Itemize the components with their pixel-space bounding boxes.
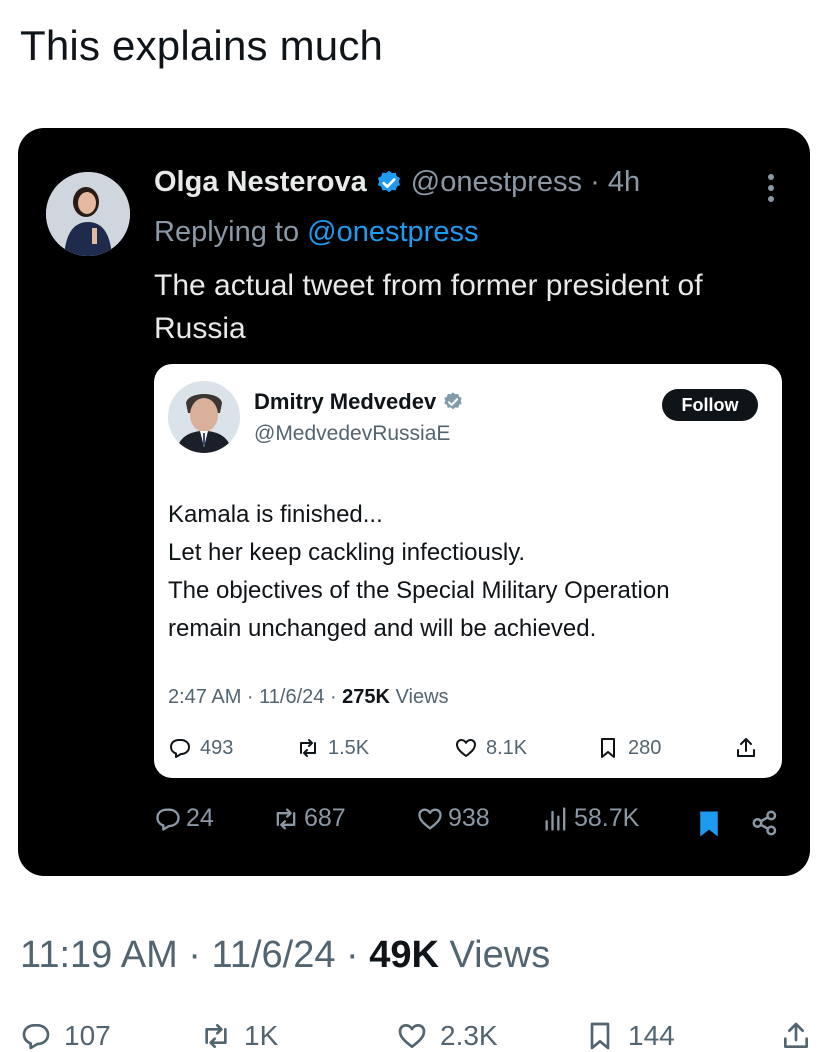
quoted-action-bar: 493 1.5K 8.1K 280: [168, 736, 768, 766]
share-button[interactable]: [734, 736, 766, 760]
repost-button[interactable]: 1K: [200, 1020, 278, 1052]
reply-button[interactable]: 24: [154, 804, 214, 833]
repost-icon: [205, 1023, 227, 1048]
avatar[interactable]: [168, 381, 240, 453]
reply-count: 24: [186, 804, 214, 832]
post-timestamp: 11:19 AM · 11/6/24 ·: [20, 934, 370, 976]
repost-icon: [276, 808, 296, 829]
quoted-line: Let her keep cackling infectiously.: [168, 539, 526, 566]
share-icon: [737, 738, 755, 757]
like-count: 2.3K: [440, 1020, 498, 1051]
quoted-views-count: 275K: [342, 686, 390, 708]
bookmark-icon[interactable]: [694, 808, 724, 840]
verified-icon: [377, 170, 400, 192]
repost-count: 687: [304, 804, 346, 832]
like-count: 8.1K: [486, 736, 528, 759]
post-text: This explains much: [20, 22, 384, 69]
replying-mention[interactable]: @onestpress: [307, 216, 478, 248]
reply-count: 107: [64, 1020, 111, 1051]
author-name[interactable]: Olga Nesterova: [154, 166, 367, 199]
views-count: 58.7K: [574, 804, 640, 832]
tweet-header: Olga Nesterova @onestpress · 4h: [154, 166, 640, 199]
bookmark-button[interactable]: 280: [596, 736, 661, 760]
like-icon: [398, 1023, 426, 1048]
views-icon: [545, 806, 566, 831]
tweet-action-bar: 24 687 938 58.7K: [154, 804, 784, 844]
reply-button[interactable]: 493: [168, 736, 233, 760]
quoted-author: Dmitry Medvedev: [254, 389, 464, 415]
repost-button[interactable]: 687: [272, 804, 346, 833]
quoted-views-label: Views: [389, 686, 449, 708]
share-icon: [784, 1022, 808, 1048]
post-views-count: 49K: [369, 934, 439, 976]
reply-icon: [156, 808, 180, 831]
like-button[interactable]: 938: [416, 804, 490, 833]
quoted-meta: 2:47 AM · 11/6/24 · 275K Views: [168, 686, 449, 709]
share-icon[interactable]: [750, 808, 780, 838]
like-button[interactable]: 8.1K: [454, 736, 527, 760]
like-count: 938: [448, 804, 490, 832]
replying-prefix: Replying to: [154, 216, 308, 248]
embedded-tweet-screenshot: Olga Nesterova @onestpress · 4h Replying…: [18, 128, 810, 876]
bookmark-icon: [601, 738, 615, 758]
bookmark-icon: [590, 1022, 610, 1050]
avatar[interactable]: [46, 172, 130, 256]
reply-icon: [22, 1023, 50, 1050]
quoted-timestamp: 2:47 AM · 11/6/24 ·: [168, 686, 343, 708]
repost-icon: [300, 739, 316, 757]
quoted-handle: @MedvedevRussiaE: [254, 422, 451, 445]
follow-button[interactable]: Follow: [662, 389, 758, 421]
author-handle-time: @onestpress · 4h: [410, 166, 641, 198]
like-button[interactable]: 2.3K: [396, 1020, 498, 1052]
quoted-line: The objectives of the Special Military O…: [168, 577, 670, 604]
repost-count: 1.5K: [328, 736, 370, 759]
quoted-line: Kamala is finished...: [168, 501, 383, 528]
like-icon: [456, 739, 476, 757]
quoted-line: remain unchanged and will be achieved.: [168, 615, 597, 642]
views-button[interactable]: 58.7K: [542, 804, 639, 833]
reply-count: 493: [200, 736, 234, 759]
share-button[interactable]: [780, 1020, 824, 1052]
quoted-author-name[interactable]: Dmitry Medvedev: [254, 389, 436, 415]
verified-icon: [444, 392, 462, 410]
more-icon[interactable]: [766, 172, 776, 204]
quoted-tweet[interactable]: Dmitry Medvedev @MedvedevRussiaE Follow …: [154, 364, 782, 778]
bookmark-count: 144: [628, 1020, 675, 1051]
post-views-label: Views: [438, 934, 551, 976]
tweet-text: The actual tweet from former president o…: [154, 269, 703, 345]
repost-button[interactable]: 1.5K: [296, 736, 369, 760]
repost-count: 1K: [244, 1020, 279, 1051]
bookmark-button[interactable]: 144: [584, 1020, 675, 1052]
replying-to: Replying to @onestpress: [154, 216, 478, 249]
like-icon: [418, 808, 442, 829]
post-meta: 11:19 AM · 11/6/24 · 49K Views: [20, 934, 550, 977]
quoted-text: Kamala is finished... Let her keep cackl…: [168, 496, 768, 648]
post-action-bar: 107 1K 2.3K 144: [20, 1020, 820, 1052]
bookmark-count: 280: [628, 736, 662, 759]
reply-button[interactable]: 107: [20, 1020, 111, 1052]
reply-icon: [170, 739, 190, 758]
